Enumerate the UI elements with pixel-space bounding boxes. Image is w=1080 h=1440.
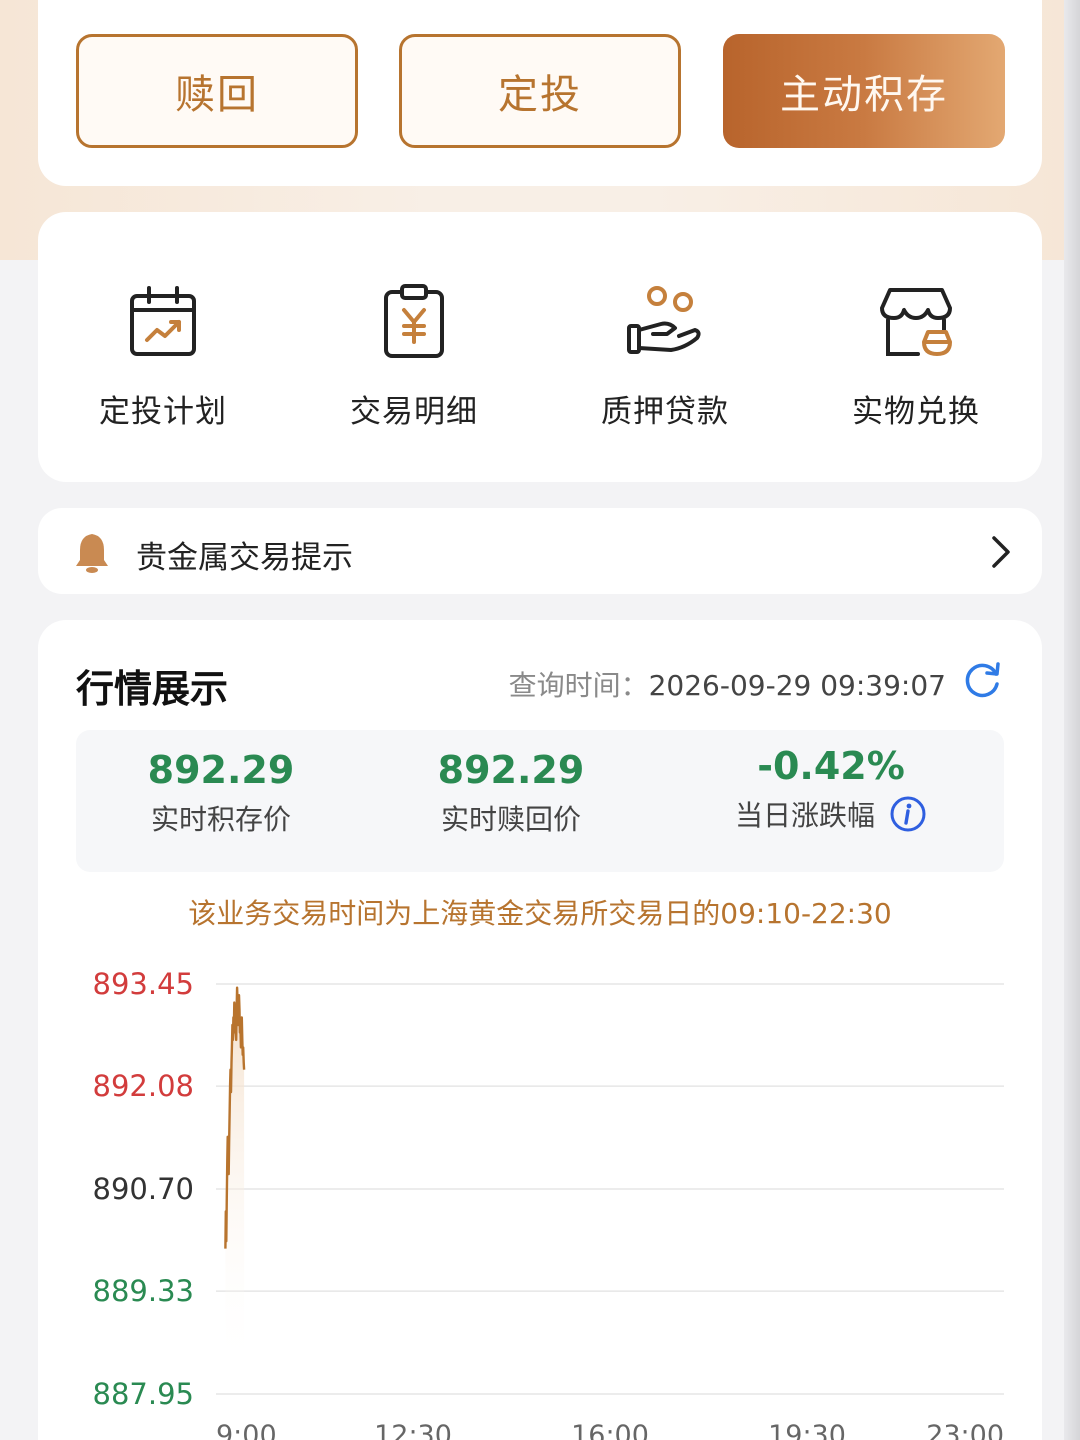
query-time: 查询时间：2026-09-29 09:39:07 (509, 664, 946, 704)
change-label: 当日涨跌幅 (734, 799, 875, 832)
save-price-label: 实时积存价 (150, 803, 291, 836)
redeem-price-label: 实时赎回价 (440, 803, 581, 836)
clipboard-yuan-icon (384, 284, 444, 358)
x-tick-label: 16:00 (571, 1420, 649, 1440)
refresh-icon[interactable] (962, 660, 1002, 700)
query-time-value: 2026-09-29 09:39:07 (648, 669, 946, 702)
save-price: 892.29 (147, 748, 295, 792)
change-value: -0.42% (757, 744, 905, 788)
function-card: 定投计划 交易明细 质押贷款 实物兑换 (38, 212, 1042, 482)
change-label-row: 当日涨跌幅 (706, 794, 956, 834)
active-save-button[interactable]: 主动积存 (723, 34, 1005, 148)
bell-icon (76, 534, 108, 573)
y-tick-label: 890.70 (93, 1172, 194, 1206)
chevron-right-icon (992, 536, 1010, 568)
y-tick-label: 893.45 (93, 967, 194, 1001)
x-tick-label: 12:30 (374, 1420, 452, 1440)
func-label: 交易明细 (350, 394, 478, 430)
x-tick-label: 9:00 (216, 1420, 277, 1440)
change-cell: -0.42% 当日涨跌幅 (706, 744, 956, 834)
calendar-chart-icon (130, 286, 196, 356)
scroll-edge (1064, 0, 1080, 1440)
shop-gold-icon (880, 288, 952, 356)
price-summary: 892.29 实时积存价 892.29 实时赎回价 -0.42% 当日涨跌幅 (76, 730, 1004, 872)
market-title: 行情展示 (76, 667, 229, 711)
fixed-invest-button[interactable]: 定投 (399, 34, 681, 148)
y-tick-label: 887.95 (93, 1377, 194, 1411)
price-chart: 893.45 892.08 890.70 889.33 887.95 9:00 12:30… (93, 967, 1004, 1440)
redeem-price-cell: 892.29 实时赎回价 (406, 748, 616, 838)
func-label: 实物兑换 (852, 394, 980, 430)
func-item-exchange[interactable]: 实物兑换 (806, 282, 1026, 432)
notice-text: 贵金属交易提示 (136, 540, 353, 576)
redeem-price: 892.29 (437, 748, 585, 792)
func-item-loan[interactable]: 质押贷款 (555, 282, 775, 432)
action-card: 赎回 定投 主动积存 (38, 0, 1042, 186)
market-card: 行情展示 查询时间：2026-09-29 09:39:07 892.29 实时积… (38, 620, 1042, 1440)
x-tick-label: 23:00 (926, 1420, 1004, 1440)
hand-coins-icon (627, 286, 701, 354)
y-tick-label: 889.33 (93, 1274, 194, 1308)
notice-bar[interactable]: 贵金属交易提示 (38, 508, 1042, 594)
info-icon[interactable] (889, 795, 927, 833)
trading-hours-hint: 该业务交易时间为上海黄金交易所交易日的09:10-22:30 (188, 897, 892, 930)
func-item-detail[interactable]: 交易明细 (304, 282, 524, 432)
y-tick-label: 892.08 (93, 1069, 194, 1103)
func-label: 定投计划 (99, 394, 227, 430)
redeem-button[interactable]: 赎回 (76, 34, 358, 148)
func-label: 质押贷款 (601, 394, 729, 430)
x-tick-label: 19:30 (768, 1420, 846, 1440)
func-item-plan[interactable]: 定投计划 (53, 282, 273, 432)
query-label: 查询时间： (508, 669, 649, 702)
save-price-cell: 892.29 实时积存价 (116, 748, 326, 838)
